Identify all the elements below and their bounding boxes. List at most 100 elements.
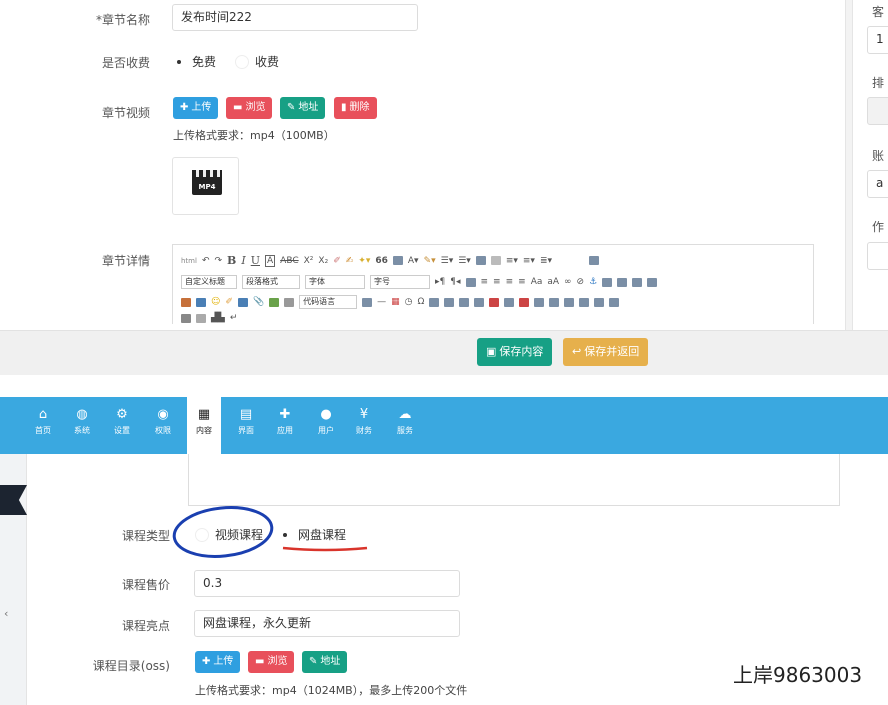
merge-cells-icon[interactable]	[534, 297, 545, 307]
browse-label: 浏览	[267, 656, 288, 667]
subscript-icon[interactable]: X₂	[318, 256, 328, 266]
merge-right-icon[interactable]	[549, 297, 560, 307]
superscript-icon[interactable]: X²	[304, 256, 314, 266]
simple-upload-icon[interactable]	[181, 297, 191, 307]
insert-code-icon[interactable]	[284, 297, 295, 307]
upper-case-icon[interactable]: Aa	[531, 277, 543, 287]
charge-paid-radio[interactable]: 收费	[235, 53, 279, 70]
directory-address-button[interactable]: ✎ 地址	[302, 651, 348, 673]
directory-browse-button[interactable]: ▬ 浏览	[248, 651, 295, 673]
video-browse-button[interactable]: ▬ 浏览	[226, 97, 273, 119]
auto-format-icon[interactable]: ✦▾	[358, 256, 370, 266]
blockquote-button[interactable]: 66	[375, 256, 388, 266]
format-brush-icon[interactable]: ✍	[346, 256, 354, 266]
delete-table-icon[interactable]	[444, 297, 455, 307]
scrawl-icon[interactable]: ✐	[225, 297, 233, 307]
align-left-icon[interactable]: ≡	[481, 277, 489, 287]
image-float-right-icon[interactable]	[632, 277, 643, 287]
italic-button[interactable]: I	[241, 254, 245, 267]
save-button[interactable]: ▣ 保存内容	[477, 338, 553, 366]
undo-icon[interactable]: ↶	[202, 256, 210, 266]
merge-down-icon[interactable]	[564, 297, 575, 307]
font-border-button[interactable]: A	[265, 254, 276, 267]
right-input-3[interactable]: a	[867, 170, 888, 198]
image-float-left-icon[interactable]	[617, 277, 628, 287]
special-char-button[interactable]: Ω	[418, 297, 425, 307]
indent-icon[interactable]	[465, 277, 476, 287]
insert-paragraph-icon[interactable]	[459, 297, 470, 307]
insert-table-icon[interactable]	[429, 297, 440, 307]
charge-label: 是否收费	[101, 56, 150, 70]
search-replace-icon[interactable]: ▟▙	[211, 313, 225, 323]
save-return-button[interactable]: ↩ 保存并返回	[563, 338, 649, 366]
highlight-color-icon[interactable]: ✎▾	[424, 256, 436, 266]
font-family-select[interactable]: 字体	[305, 275, 365, 289]
split-cols-icon[interactable]	[609, 297, 620, 307]
preview-icon[interactable]	[196, 313, 206, 323]
right-select-2[interactable]	[867, 97, 888, 125]
redo-icon[interactable]: ↷	[215, 256, 223, 266]
time-icon[interactable]: ◷	[405, 297, 413, 307]
select-all-icon[interactable]	[475, 256, 486, 265]
insert-col-icon[interactable]	[504, 297, 515, 307]
charge-free-radio[interactable]: 免费	[172, 53, 216, 70]
row-spacing-bottom-icon[interactable]: ≡▾	[523, 256, 535, 266]
print-icon[interactable]	[181, 313, 191, 323]
horizontal-rule-icon[interactable]: —	[377, 297, 386, 307]
image-center-icon[interactable]	[647, 277, 658, 287]
page-break-icon[interactable]	[362, 297, 373, 307]
line-height-icon[interactable]: ≣▾	[540, 256, 552, 266]
align-center-icon[interactable]: ≡	[493, 277, 501, 287]
reply-icon: ↩	[572, 345, 582, 358]
fullscreen-icon[interactable]	[589, 256, 600, 265]
right-input-1[interactable]: 1	[867, 26, 888, 54]
emotion-icon[interactable]: ☺	[211, 297, 220, 307]
highlight-input[interactable]: 网盘课程，永久更新	[194, 610, 460, 637]
save-icon: ▣	[486, 345, 497, 358]
font-color-button[interactable]: A▾	[408, 256, 419, 266]
lower-case-icon[interactable]: aA	[547, 277, 559, 287]
custom-title-select[interactable]: 自定义标题	[181, 275, 237, 289]
help-icon[interactable]: ↵	[230, 313, 238, 323]
map-icon[interactable]	[269, 297, 280, 307]
insert-image-icon[interactable]	[196, 297, 206, 307]
align-right-icon[interactable]: ≡	[506, 277, 514, 287]
html-button[interactable]: html	[181, 257, 197, 265]
video-address-button[interactable]: ✎ 地址	[280, 97, 326, 119]
underline-button[interactable]: U	[251, 254, 260, 267]
delete-row-icon[interactable]	[489, 297, 500, 307]
link-icon[interactable]: ∞	[564, 277, 572, 287]
insert-video-icon[interactable]	[237, 297, 248, 307]
insert-row-icon[interactable]	[474, 297, 485, 307]
paragraph-format-select[interactable]: 段落格式	[242, 275, 300, 289]
anchor-icon[interactable]: ⚓	[589, 277, 597, 287]
unordered-list-icon[interactable]: ☰▾	[458, 256, 471, 266]
ordered-list-icon[interactable]: ☰▾	[441, 256, 454, 266]
unlink-icon[interactable]: ⊘	[577, 277, 585, 287]
delete-col-icon[interactable]	[519, 297, 530, 307]
rtl-icon[interactable]: ¶◂	[450, 277, 460, 287]
chapter-name-input[interactable]: 发布时间222	[172, 4, 418, 31]
split-cells-icon[interactable]	[579, 297, 590, 307]
strikethrough-icon[interactable]: ABC	[280, 256, 298, 266]
row-spacing-top-icon[interactable]: ≡▾	[506, 256, 518, 266]
split-rows-icon[interactable]	[594, 297, 605, 307]
bold-button[interactable]: B	[227, 254, 236, 267]
video-thumbnail[interactable]: MP4	[172, 157, 239, 215]
video-upload-button[interactable]: ✚ 上传	[173, 97, 219, 119]
video-delete-button[interactable]: ▮ 删除	[334, 97, 377, 119]
align-justify-icon[interactable]: ≡	[518, 277, 526, 287]
image-float-none-icon[interactable]	[602, 277, 613, 287]
eraser-icon[interactable]: ✐	[333, 256, 341, 266]
paste-text-icon[interactable]	[392, 256, 403, 265]
attachment-icon[interactable]: 📎	[253, 297, 264, 307]
rich-text-editor[interactable]: html ↶ ↷ B I U A ABC X² X₂ ✐ ✍ ✦▾ 66 A▾ …	[172, 244, 814, 324]
ltr-icon[interactable]: ▸¶	[435, 277, 445, 287]
right-input-4[interactable]	[867, 242, 888, 270]
clear-doc-icon[interactable]	[490, 256, 501, 265]
price-input[interactable]: 0.3	[194, 570, 460, 597]
code-language-select[interactable]: 代码语言	[299, 295, 358, 309]
date-icon[interactable]: ▦	[391, 297, 400, 307]
font-size-select[interactable]: 字号	[370, 275, 430, 289]
directory-upload-button[interactable]: ✚ 上传	[195, 651, 241, 673]
